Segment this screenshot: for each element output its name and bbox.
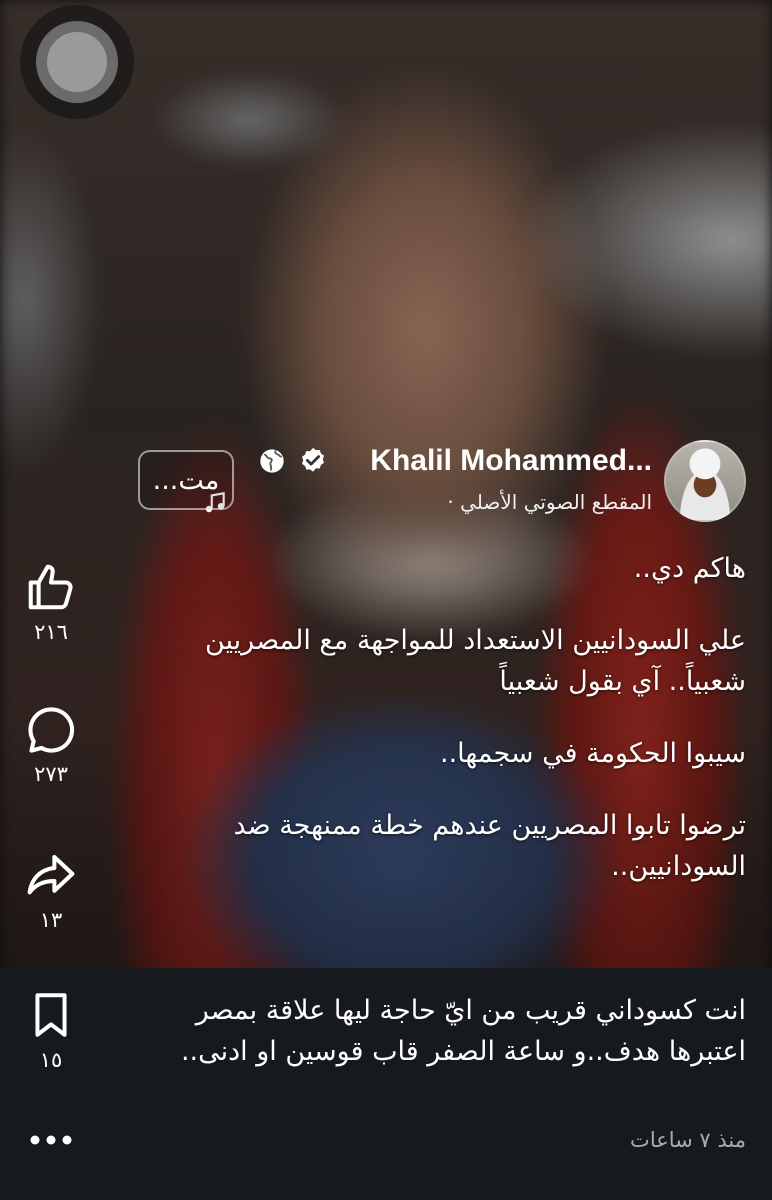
comment-button[interactable]: ٢٧٣ — [16, 704, 86, 786]
more-dots-icon — [30, 1135, 72, 1145]
like-count: ٢١٦ — [34, 620, 68, 644]
author-avatar[interactable] — [664, 440, 746, 522]
caption-continuation: انت كسوداني قريب من ايّ حاجة ليها علاقة … — [180, 995, 746, 1067]
author-name[interactable]: Khalil Mohammed... — [370, 444, 652, 478]
caption-paragraph: ترضوا تابوا المصريين عندهم خطة ممنهجة ضد… — [233, 810, 746, 882]
caption-paragraph: علي السودانيين الاستعداد للمواجهة مع الم… — [204, 625, 746, 697]
globe-icon — [260, 449, 284, 473]
caption: هاكم دي.. علي السودانيين الاستعداد للموا… — [146, 548, 746, 918]
share-button[interactable]: ١٣ — [16, 848, 86, 932]
more-options-button[interactable] — [16, 1128, 86, 1152]
record-indicator-button[interactable] — [20, 5, 134, 119]
caption-paragraph: هاكم دي.. — [633, 553, 746, 584]
more-text-button[interactable]: مت... — [138, 450, 234, 510]
verified-badge-icon — [302, 447, 324, 472]
thumbs-up-icon — [28, 564, 73, 610]
save-button[interactable]: ١٥ — [16, 988, 86, 1072]
original-audio-label[interactable]: المقطع الصوتي الأصلي · — [447, 490, 652, 514]
save-count: ١٥ — [39, 1048, 63, 1072]
share-count: ١٣ — [39, 908, 63, 932]
comment-count: ٢٧٣ — [34, 762, 68, 786]
bookmark-icon — [35, 993, 67, 1037]
like-button[interactable]: ٢١٦ — [16, 560, 86, 644]
post-timestamp: منذ ٧ ساعات — [630, 1128, 746, 1152]
comment-bubble-icon — [28, 707, 75, 753]
reel-screen: Khalil Mohammed... المقطع الصوتي الأصلي … — [0, 0, 772, 1200]
share-arrow-icon — [27, 854, 75, 895]
caption-paragraph: سيبوا الحكومة في سجمها.. — [440, 738, 746, 769]
